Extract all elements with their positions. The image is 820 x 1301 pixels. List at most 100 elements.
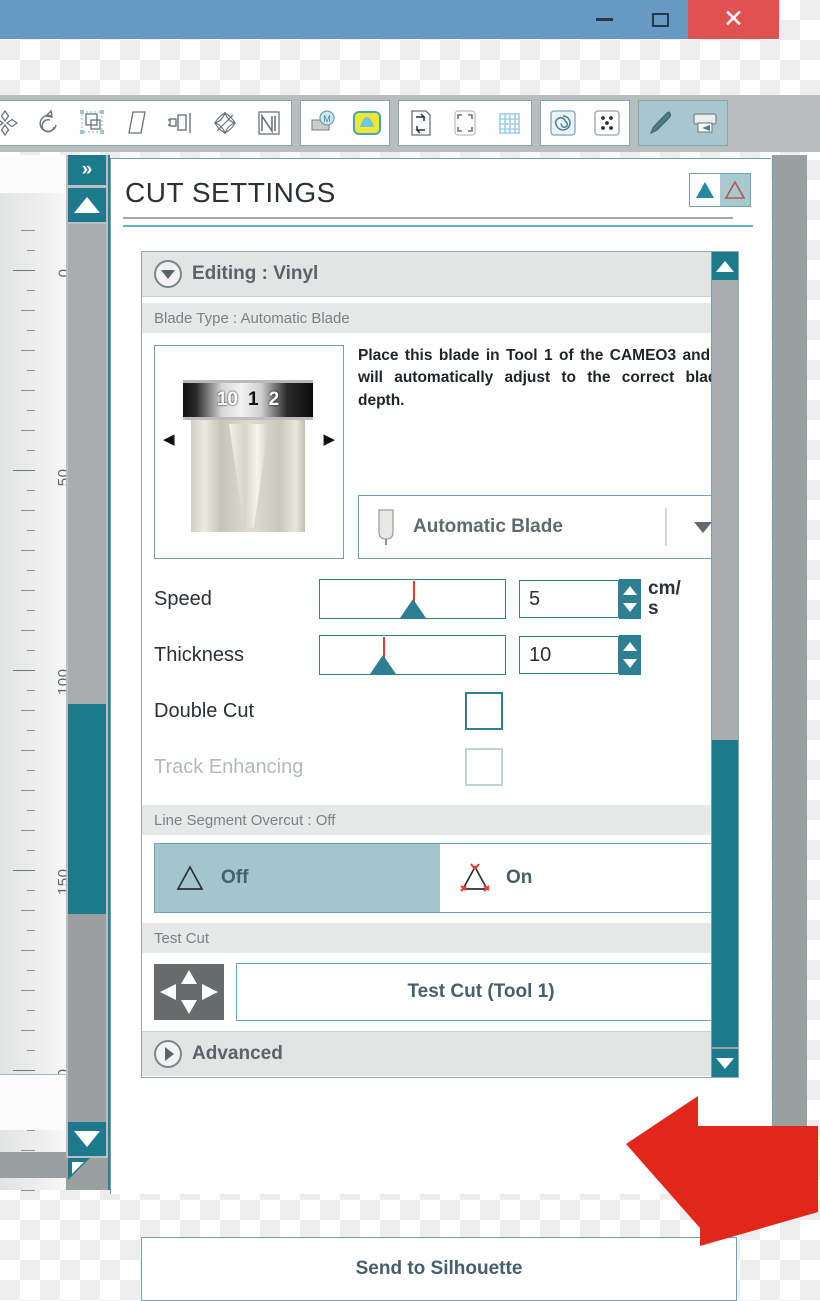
ruler-tick: [27, 290, 35, 291]
test-cut-dpad[interactable]: [154, 964, 224, 1020]
panel-outer-scrollbar[interactable]: [772, 155, 807, 1195]
replicate-icon[interactable]: [203, 101, 247, 145]
scroll-up-button[interactable]: [68, 188, 106, 222]
ruler-bottom-cap: [0, 1074, 66, 1130]
overcut-toggle-group: Off On: [154, 843, 726, 913]
thickness-stepper[interactable]: [619, 635, 641, 675]
outline-triangle-toggle[interactable]: [720, 174, 750, 206]
document-scrollbar[interactable]: »: [66, 155, 110, 1190]
trace-icon[interactable]: [541, 101, 585, 145]
double-cut-row: Double Cut: [154, 683, 726, 739]
ruler-tick: [27, 730, 35, 731]
ruler-tick: [21, 430, 35, 431]
maximize-button[interactable]: [632, 0, 688, 39]
triangle-plain-icon: [176, 865, 204, 890]
speed-label: Speed: [154, 587, 212, 610]
page-setup-icon[interactable]: [399, 101, 443, 145]
registration-marks-icon[interactable]: [443, 101, 487, 145]
blade-icon: [359, 506, 413, 548]
filled-triangle-toggle[interactable]: [690, 174, 720, 206]
toolbar-group-trace: [540, 100, 630, 146]
blade-next-arrow[interactable]: ▶: [323, 430, 335, 448]
overcut-on-button[interactable]: On: [440, 844, 725, 912]
blade-selector[interactable]: Automatic Blade: [358, 495, 726, 559]
editing-section-header[interactable]: Editing : Vinyl: [142, 252, 738, 297]
minimize-button[interactable]: [576, 0, 632, 39]
blade-selector-value: Automatic Blade: [413, 516, 563, 537]
offset-icon[interactable]: [345, 101, 389, 145]
settings-scroll-thumb-upper[interactable]: [712, 280, 738, 740]
settings-content: Editing : Vinyl Blade Type : Automatic B…: [141, 251, 739, 1078]
speed-stepper[interactable]: [619, 579, 641, 619]
speed-input[interactable]: 5: [519, 580, 619, 618]
shear-icon[interactable]: [115, 101, 159, 145]
settings-scroll-down[interactable]: [712, 1049, 738, 1077]
collapse-icon[interactable]: [154, 260, 182, 288]
blade-prev-arrow[interactable]: ◀: [163, 430, 175, 448]
blade-type-label: Blade Type : Automatic Blade: [142, 303, 738, 333]
speed-slider[interactable]: [319, 579, 506, 619]
ruler-tick: [21, 1150, 35, 1151]
scroll-track[interactable]: [68, 224, 106, 1144]
move-icon[interactable]: [0, 101, 27, 145]
blade-description: Place this blade in Tool 1 of the CAMEO3…: [358, 347, 726, 409]
expand-panel-button[interactable]: »: [68, 155, 106, 185]
ruler-tick: [13, 470, 35, 471]
stipple-icon[interactable]: [585, 101, 629, 145]
ruler-tick: [13, 1070, 35, 1071]
scroll-thumb-upper[interactable]: [68, 224, 106, 704]
align-icon[interactable]: [159, 101, 203, 145]
close-button[interactable]: ✕: [688, 0, 779, 39]
rotate-icon[interactable]: [27, 101, 71, 145]
vertical-ruler[interactable]: 050100150200: [0, 155, 73, 1191]
ruler-tick: [27, 850, 35, 851]
double-cut-checkbox[interactable]: [465, 692, 503, 730]
scroll-thumb[interactable]: [68, 704, 106, 914]
blade-preview[interactable]: ◀ ▶ 10 1 2: [154, 345, 344, 559]
thickness-label: Thickness: [154, 643, 245, 666]
ruler-foot: [0, 1152, 66, 1178]
modify-icon[interactable]: M: [301, 101, 345, 145]
ruler-tick: [21, 790, 35, 791]
scroll-corner: [66, 1158, 108, 1190]
dial-value-0: 10: [216, 389, 238, 410]
advanced-section-header[interactable]: Advanced: [142, 1031, 738, 1076]
ruler-tick: [21, 510, 35, 511]
dial-value-2: 2: [268, 389, 280, 410]
expand-icon[interactable]: [154, 1040, 182, 1068]
parameter-rows: Speed 5 cm/ s Thickness 10 Double Cut Tr…: [142, 567, 738, 805]
ruler-tick: [21, 950, 35, 951]
thickness-slider[interactable]: [319, 635, 506, 675]
track-enhancing-label: Track Enhancing: [154, 755, 304, 778]
stepper-down-icon: [623, 659, 637, 668]
pen-icon[interactable]: [639, 101, 683, 145]
ruler-tick: [21, 990, 35, 991]
settings-scroll-thumb[interactable]: [712, 740, 738, 1047]
scroll-down-button[interactable]: [68, 1122, 106, 1156]
ruler-tick: [27, 370, 35, 371]
ruler-tick: [27, 250, 35, 251]
send-icon[interactable]: [683, 101, 727, 145]
ruler-tick: [21, 710, 35, 711]
slider-knob[interactable]: [369, 655, 396, 674]
minimize-icon: [595, 18, 613, 21]
ruler-tick: [21, 1030, 35, 1031]
toolbar-group-page: [398, 100, 532, 146]
settings-scrollbar[interactable]: [711, 252, 738, 1077]
test-cut-button[interactable]: Test Cut (Tool 1): [236, 963, 726, 1021]
ruler-tick: [27, 770, 35, 771]
ruler-tick: [27, 890, 35, 891]
title-bar: ✕: [0, 0, 779, 39]
grid-icon[interactable]: [487, 101, 531, 145]
slider-knob[interactable]: [399, 599, 426, 618]
annotation-arrow: [626, 1096, 818, 1246]
nest-icon[interactable]: [247, 101, 291, 145]
cut-settings-panel: CUT SETTINGS Editing : Vinyl Blade Type …: [110, 158, 771, 1301]
blade-image: 10 1 2: [183, 374, 313, 534]
page-title: CUT SETTINGS: [125, 177, 336, 208]
overcut-off-button[interactable]: Off: [155, 844, 440, 912]
thickness-input[interactable]: 10: [519, 636, 619, 674]
ruler-tick: [21, 830, 35, 831]
settings-scroll-up[interactable]: [712, 252, 738, 280]
scale-icon[interactable]: [71, 101, 115, 145]
